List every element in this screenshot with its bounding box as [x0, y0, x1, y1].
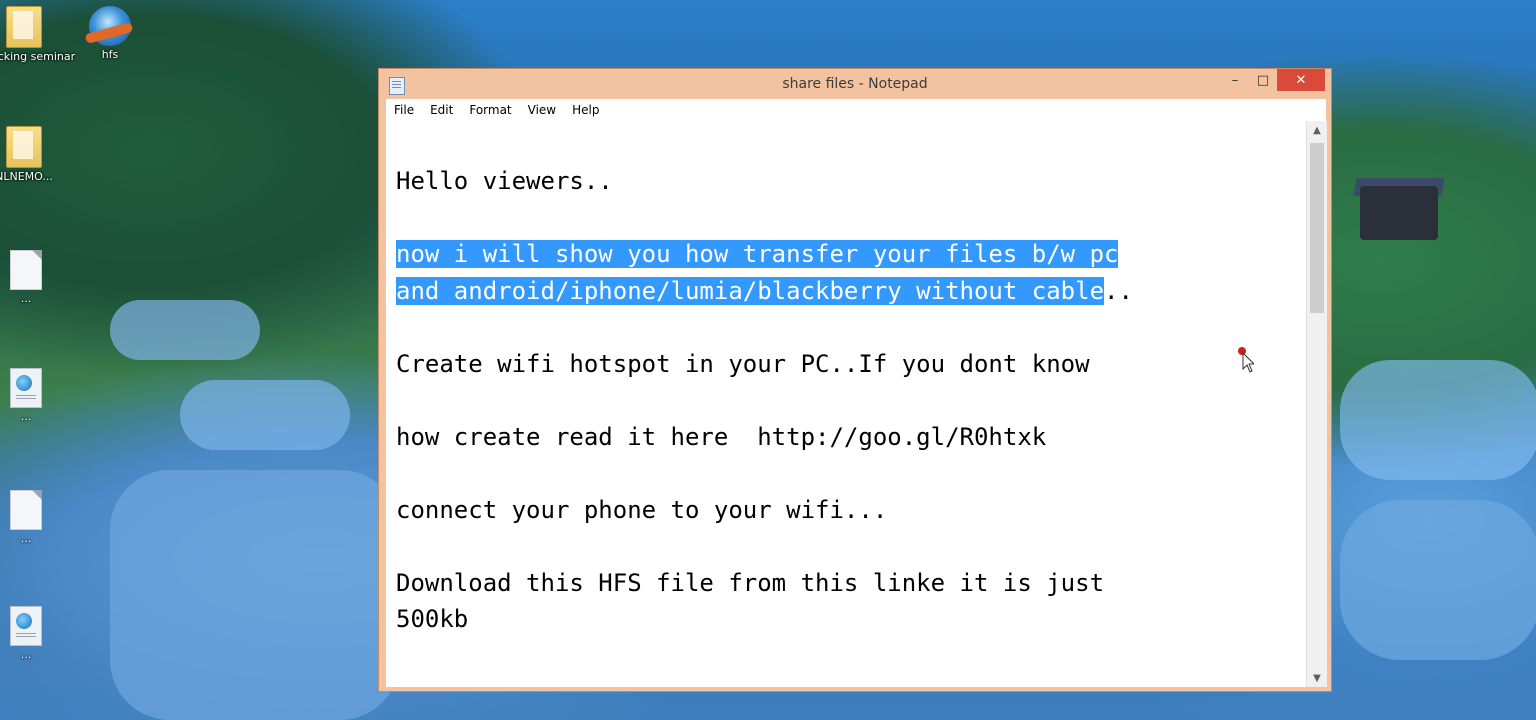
wallpaper-hut [1360, 186, 1438, 240]
desktop-icon-webdoc-1[interactable]: ... [0, 368, 66, 423]
doc-line: connect your phone to your wifi... [396, 495, 888, 524]
web-document-icon [10, 368, 42, 408]
minimize-button[interactable]: – [1221, 69, 1249, 91]
vertical-scrollbar[interactable]: ▲ ▼ [1306, 121, 1327, 687]
doc-line: Create wifi hotspot in your PC..If you d… [396, 349, 1090, 378]
doc-line: how create read it here http://goo.gl/R0… [396, 422, 1047, 451]
wallpaper-terrace [1340, 500, 1536, 660]
desktop-icon-label: ... [20, 410, 32, 423]
wallpaper-terrace [180, 380, 350, 450]
desktop-icon-nlnemo[interactable]: NLNEMO... [0, 126, 64, 183]
desktop-icon-webdoc-2[interactable]: ... [0, 606, 66, 661]
menu-bar: File Edit Format View Help [386, 99, 1326, 122]
document-icon [10, 490, 42, 530]
window-title: share files - Notepad [782, 76, 928, 92]
doc-line: Download this HFS file from this linke i… [396, 568, 1105, 597]
menu-view[interactable]: View [520, 103, 564, 117]
document-text: Hello viewers.. now i will show you how … [396, 163, 1133, 638]
desktop-icon-label: ... [20, 648, 32, 661]
selected-text-line: now i will show you how transfer your fi… [396, 240, 1119, 268]
desktop-icon-hfs[interactable]: hfs [70, 6, 150, 61]
scroll-thumb[interactable] [1310, 143, 1324, 313]
folder-icon [6, 126, 42, 168]
desktop-icon-document-2[interactable]: ... [0, 490, 66, 545]
title-bar[interactable]: share files - Notepad – □ ✕ [379, 69, 1331, 99]
document-icon [10, 250, 42, 290]
scroll-down-arrow-icon[interactable]: ▼ [1307, 669, 1327, 687]
desktop-icon-document-1[interactable]: ... [0, 250, 66, 305]
desktop-icon-label: ... [20, 292, 32, 305]
menu-format[interactable]: Format [461, 103, 519, 117]
menu-help[interactable]: Help [564, 103, 607, 117]
desktop-icon-label: hacking seminar [0, 50, 76, 63]
doc-line-tail: .. [1104, 276, 1133, 305]
menu-file[interactable]: File [386, 103, 422, 117]
doc-line: 500kb [396, 605, 469, 633]
desktop-icon-label: hfs [101, 48, 119, 61]
web-document-icon [10, 606, 42, 646]
wallpaper-terrace [110, 470, 400, 720]
desktop-icon-label: ... [20, 532, 32, 545]
maximize-button[interactable]: □ [1249, 69, 1277, 91]
desktop-icon-hacking-seminar[interactable]: hacking seminar [0, 6, 76, 63]
text-editor[interactable]: Hello viewers.. now i will show you how … [386, 121, 1306, 687]
close-button[interactable]: ✕ [1277, 69, 1325, 91]
desktop-icon-label: NLNEMO... [0, 170, 53, 183]
folder-icon [6, 6, 42, 48]
selected-text-line: and android/iphone/lumia/blackberry with… [396, 276, 1105, 305]
mouse-cursor-icon [1238, 347, 1254, 373]
wallpaper-terrace [110, 300, 260, 360]
scroll-up-arrow-icon[interactable]: ▲ [1307, 121, 1327, 139]
notepad-window[interactable]: share files - Notepad – □ ✕ File Edit Fo… [378, 68, 1332, 692]
menu-edit[interactable]: Edit [422, 103, 461, 117]
hfs-app-icon [89, 6, 131, 46]
wallpaper-terrace [1340, 360, 1536, 480]
doc-line: Hello viewers.. [396, 167, 613, 195]
